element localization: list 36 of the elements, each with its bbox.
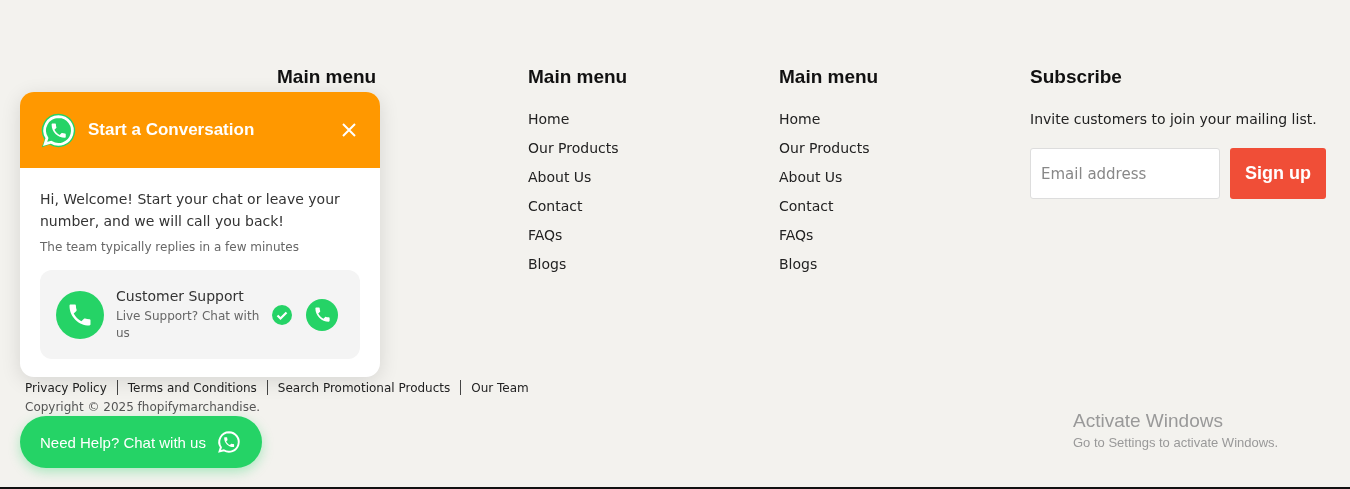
signup-button[interactable]: Sign up	[1230, 148, 1326, 199]
email-field[interactable]: Email address	[1030, 148, 1220, 199]
column-heading: Subscribe	[1030, 66, 1123, 88]
footer-link[interactable]: Our Team	[471, 380, 529, 395]
phone-icon	[56, 290, 104, 339]
footer-link[interactable]: FAQs	[779, 221, 1030, 250]
copyright-text: Copyright © 2025 fhopifymarchandise.	[25, 400, 262, 414]
footer-link[interactable]: Home	[528, 105, 779, 134]
footer-link[interactable]: Contact	[528, 192, 779, 221]
phone-icon	[306, 298, 338, 331]
footer-link[interactable]: Our Products	[779, 134, 1030, 163]
footer-link[interactable]: FAQs	[528, 221, 779, 250]
footer-link[interactable]: Terms and Conditions	[127, 380, 257, 395]
column-heading: Main menu	[779, 66, 880, 88]
agent-status: Live Support? Chat with us	[116, 307, 261, 342]
agent-name: Customer Support	[116, 287, 245, 304]
footer-link[interactable]: Search Promotional Products	[277, 380, 451, 395]
whatsapp-icon	[40, 111, 77, 149]
reply-time-note: The team typically replies in a few minutes	[40, 240, 300, 254]
activation-text: Go to Settings to activate Windows.	[1073, 435, 1279, 450]
footer-link[interactable]: Blogs	[779, 250, 1030, 279]
footer-link[interactable]: About Us	[528, 163, 779, 192]
activation-title: Activate Windows	[1073, 410, 1224, 432]
footer-link[interactable]: Privacy Policy	[25, 380, 107, 395]
column-heading: Main menu	[277, 66, 378, 88]
footer-link[interactable]: About Us	[779, 163, 1030, 192]
footer-link[interactable]: Contact	[779, 192, 1030, 221]
subscribe-text: Invite customers to join your mailing list.	[1030, 111, 1318, 127]
column-heading: Main menu	[528, 66, 629, 88]
footer-link[interactable]: Home	[779, 105, 1030, 134]
agent-card[interactable]: Customer Support Live Support? Chat with us	[40, 270, 360, 359]
footer-link[interactable]: Blogs	[528, 250, 779, 279]
footer-link[interactable]: Our Products	[528, 134, 779, 163]
popup-title: Start a Conversation	[88, 120, 256, 140]
whatsapp-icon	[215, 429, 242, 455]
welcome-message: Hi, Welcome! Start your chat or leave your number, and we will call you back!	[40, 190, 341, 231]
